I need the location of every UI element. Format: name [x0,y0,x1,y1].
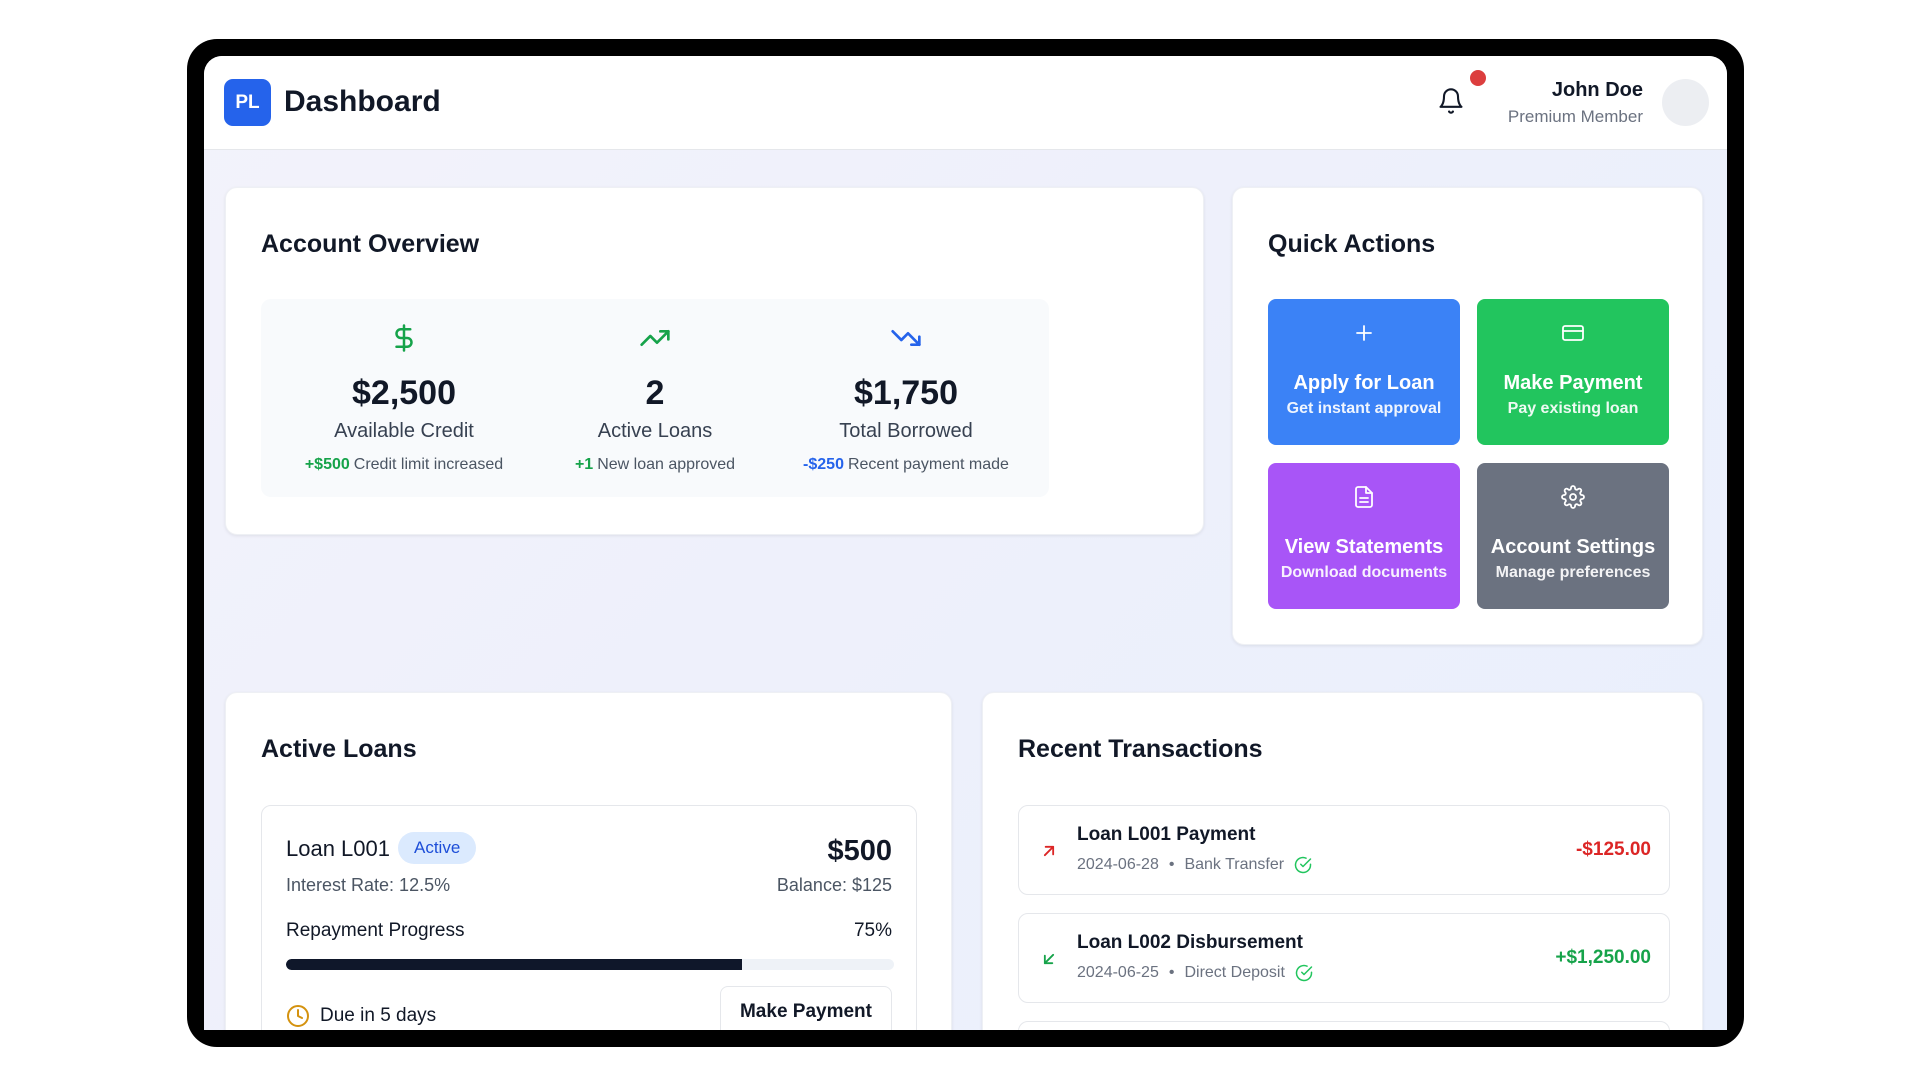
stat-note: +$500 Credit limit increased [261,456,547,474]
transaction-amount: -$125.00 [1575,839,1651,860]
progress-percent: 75% [853,920,892,941]
transaction-date: 2024-06-25 [1077,964,1159,981]
qa-subtitle: Get instant approval [1286,400,1442,417]
progress-fill [286,959,742,970]
interest-rate: Interest Rate: 12.5% [286,875,451,895]
arrow-down-left-icon [1043,953,1055,965]
qa-title: View Statements [1284,536,1444,558]
qa-title: Make Payment [1503,372,1643,394]
stat-label: Total Borrowed [839,420,973,442]
page-title: Dashboard [284,85,441,118]
account-overview-card: Account Overview $2,500 Available Credit… [225,187,1204,535]
app-screen: PL Dashboard John Doe Premium Member Acc… [204,56,1727,1030]
transaction-meta: 2024-06-28 • Bank Transfer [1077,856,1312,874]
transaction-meta: 2024-06-25 • Direct Deposit [1077,964,1313,982]
qa-title: Apply for Loan [1293,372,1435,394]
stat-delta: +1 [574,456,594,473]
transaction-method: Bank Transfer [1184,856,1285,873]
transaction-title: Loan L002 Disbursement [1077,932,1303,953]
transaction-row[interactable]: Loan L001 Payment 2024-06-28 • Bank Tran… [1018,805,1670,895]
device-frame: PL Dashboard John Doe Premium Member Acc… [187,39,1744,1047]
quick-actions-card: Quick Actions Apply for Loan Get instant… [1232,187,1703,645]
bell-icon[interactable] [1437,86,1465,116]
progress-bar [286,959,894,970]
credit-card-icon [1562,325,1584,341]
stat-value: $1,750 [854,374,958,412]
transaction-title: Loan L001 Payment [1077,824,1256,845]
stat-note: -$250 Recent payment made [763,456,1049,474]
active-loans-card: Active Loans Loan L001 Active $500 Inter… [225,692,952,1030]
status-badge: Active [398,832,477,864]
stat-note-text: Recent payment made [847,456,1009,473]
loan-balance: Balance: $125 [776,875,892,895]
plus-icon [1356,325,1372,341]
due-text: Due in 5 days [320,1005,437,1026]
stat-label: Active Loans [597,420,713,442]
top-header: PL Dashboard John Doe Premium Member [204,56,1727,150]
stat-label: Available Credit [334,420,474,442]
stat-delta: +$500 [304,456,350,473]
quick-actions-title: Quick Actions [1268,230,1436,258]
meta-separator: • [1168,964,1175,981]
transaction-method: Direct Deposit [1184,964,1285,981]
transaction-row[interactable]: Loan L002 Disbursement 2024-06-25 • Dire… [1018,913,1670,1003]
trending-down-icon [891,330,921,346]
arrow-up-right-icon [1043,845,1055,857]
meta-separator: • [1168,856,1175,873]
transaction-amount: +$1,250.00 [1555,947,1651,968]
qa-subtitle: Manage preferences [1495,564,1651,581]
loan-name: Loan L001 [286,836,390,861]
stat-note-text: Credit limit increased [353,456,504,473]
view-statements-button[interactable]: View Statements Download documents [1268,463,1460,609]
active-loans-title: Active Loans [261,735,417,763]
document-icon [1355,486,1373,508]
qa-subtitle: Pay existing loan [1507,400,1639,417]
stat-active-loans: 2 Active Loans +1 New loan approved [512,299,798,497]
avatar[interactable] [1662,79,1709,126]
make-payment-button[interactable]: Make Payment [720,986,892,1030]
trending-up-icon [640,330,670,346]
app-logo[interactable]: PL [224,79,271,126]
check-circle-icon [1294,856,1312,874]
user-role: Premium Member [1507,107,1643,126]
stat-value: 2 [645,374,665,412]
transaction-row[interactable] [1018,1021,1670,1030]
loan-amount: $500 [827,835,892,867]
progress-label: Repayment Progress [286,920,465,941]
recent-transactions-card: Recent Transactions Loan L001 Payment 20… [982,692,1703,1030]
account-settings-button[interactable]: Account Settings Manage preferences [1477,463,1669,609]
user-name: John Doe [1551,79,1643,101]
transaction-date: 2024-06-28 [1077,856,1159,873]
clock-icon [287,1005,309,1027]
dollar-icon [395,324,413,352]
apply-for-loan-button[interactable]: Apply for Loan Get instant approval [1268,299,1460,445]
qa-subtitle: Download documents [1280,564,1448,581]
stat-total-borrowed: $1,750 Total Borrowed -$250 Recent paymen… [763,299,1049,497]
stat-note: +1 New loan approved [512,456,798,474]
stat-value: $2,500 [352,374,456,412]
make-payment-action-button[interactable]: Make Payment Pay existing loan [1477,299,1669,445]
gear-icon [1561,485,1585,509]
notification-dot [1470,70,1486,86]
qa-title: Account Settings [1490,536,1656,558]
account-overview-title: Account Overview [261,230,480,258]
loan-item: Loan L001 Active $500 Interest Rate: 12.… [261,805,917,1030]
stat-delta: -$250 [803,456,844,473]
check-circle-icon [1295,964,1313,982]
stat-note-text: New loan approved [597,456,736,473]
recent-transactions-title: Recent Transactions [1018,735,1263,763]
stat-available-credit: $2,500 Available Credit +$500 Credit limi… [261,299,547,497]
